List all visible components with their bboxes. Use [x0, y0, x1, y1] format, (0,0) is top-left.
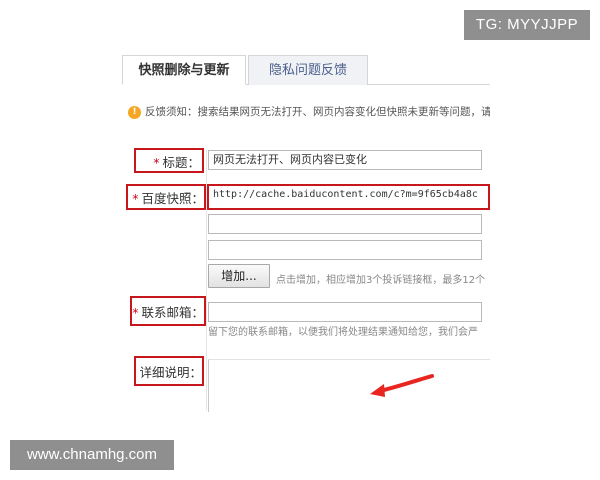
required-mark: *: [132, 191, 139, 206]
add-links-hint: 点击增加，相应增加3个投诉链接框，最多12个: [276, 275, 486, 286]
link-input-3[interactable]: [208, 240, 482, 260]
tab-privacy-feedback[interactable]: 隐私问题反馈: [248, 55, 368, 85]
tab-bar: 快照删除与更新 隐私问题反馈: [122, 55, 490, 85]
email-input[interactable]: [208, 302, 482, 322]
email-label: * 联系邮箱：: [132, 305, 204, 320]
title-input[interactable]: 网页无法打开、网页内容已变化: [208, 150, 482, 170]
warning-icon: !: [128, 105, 141, 119]
email-hint: 留下您的联系邮箱，以便我们将处理结果通知给您，我们会严: [208, 327, 478, 338]
detail-label: 详细说明：: [139, 365, 202, 380]
snapshot-label: * 百度快照：: [132, 191, 204, 206]
notice-text: 反馈须知：搜索结果网页无法打开、网页内容变化但快照未更新等问题，请: [145, 106, 490, 118]
title-label: * 标题：: [153, 155, 200, 170]
feedback-notice: ! 反馈须知：搜索结果网页无法打开、网页内容变化但快照未更新等问题，请: [128, 102, 490, 122]
feedback-form-panel: 快照删除与更新 隐私问题反馈 ! 反馈须知：搜索结果网页无法打开、网页内容变化但快…: [122, 52, 490, 412]
watermark-bottom: www.chnamhg.com: [10, 440, 174, 470]
detail-textarea[interactable]: [208, 359, 490, 412]
required-mark: *: [153, 155, 160, 170]
watermark-top: TG: MYYJJPP: [464, 10, 590, 40]
link-input-2[interactable]: [208, 214, 482, 234]
required-mark: *: [132, 305, 139, 320]
red-arrow-icon: [370, 374, 434, 397]
add-links-button[interactable]: 增加...: [208, 264, 270, 288]
tab-snapshot-delete-update[interactable]: 快照删除与更新: [122, 55, 246, 85]
snapshot-url-input[interactable]: http://cache.baiducontent.com/c?m=9f65cb…: [209, 186, 488, 206]
